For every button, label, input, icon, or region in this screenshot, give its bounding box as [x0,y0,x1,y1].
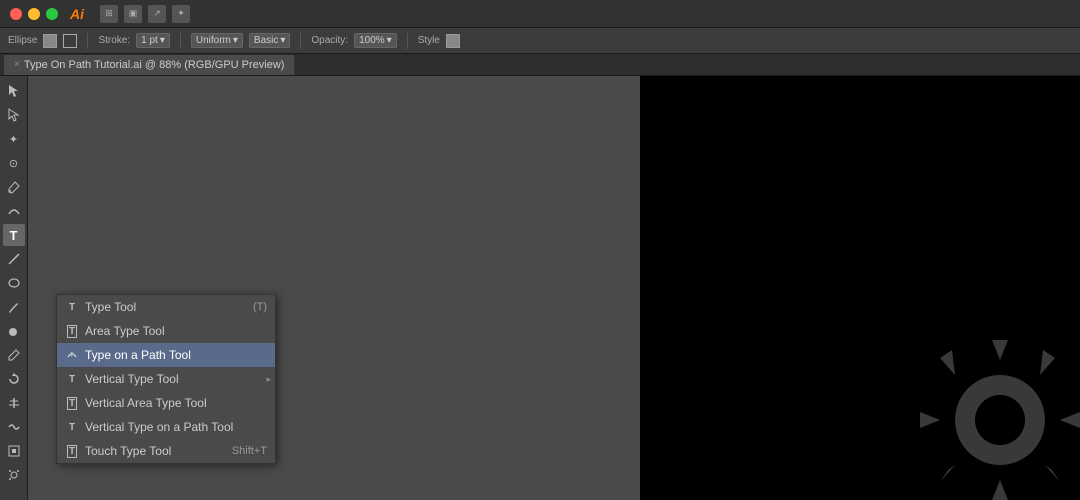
stroke-swatch[interactable] [63,34,77,48]
shape-label: Ellipse [8,35,37,46]
app-logo: Ai [70,6,84,22]
direct-select-tool[interactable] [3,104,25,126]
blob-brush-tool[interactable] [3,320,25,342]
touch-type-tool-icon: T [65,444,79,458]
type-tool[interactable]: T [3,224,25,246]
flyout-vertical-type-label: Vertical Type Tool [85,372,179,386]
document-icon[interactable]: ▣ [124,5,142,23]
flyout-item-area-type-tool[interactable]: T Area Type Tool [57,319,275,343]
ellipse-tool[interactable] [3,272,25,294]
symbol-sprayer-tool[interactable] [3,464,25,486]
curvature-tool[interactable] [3,200,25,222]
separator-1 [87,33,88,49]
flyout-touch-type-label: Touch Type Tool [85,444,171,458]
scale-tool[interactable] [3,440,25,462]
submenu-arrow: ▸ [266,374,271,385]
select-tool[interactable] [3,80,25,102]
line-tool[interactable] [3,248,25,270]
brush-preset-icon[interactable]: ✦ [172,5,190,23]
magic-wand-tool[interactable]: ✦ [3,128,25,150]
vertical-type-on-path-tool-icon: T [65,420,79,434]
flyout-type-tool-label: Type Tool [85,300,136,314]
flyout-item-vertical-type-tool[interactable]: T Vertical Type Tool ▸ [57,367,275,391]
style-label: Style [418,35,440,46]
maximize-button[interactable] [46,8,58,20]
flyout-item-type-on-path-tool[interactable]: T Type on a Path Tool [57,343,275,367]
paintbrush-tool[interactable] [3,296,25,318]
flyout-touch-type-shortcut: Shift+T [232,445,267,457]
lasso-tool[interactable]: ⊙ [3,152,25,174]
toolbar: ✦ ⊙ T [0,76,28,500]
canvas-area: T Type Tool (T) T Area Type Tool T Typ [28,76,1080,500]
flyout-item-type-tool[interactable]: T Type Tool (T) [57,295,275,319]
flyout-vertical-area-type-label: Vertical Area Type Tool [85,396,207,410]
title-bar-icons: ⊞ ▣ ↗ ✦ [100,5,190,23]
separator-3 [300,33,301,49]
close-button[interactable] [10,8,22,20]
flyout-item-touch-type-tool[interactable]: T Touch Type Tool Shift+T [57,439,275,463]
flyout-area-type-tool-label: Area Type Tool [85,324,165,338]
flyout-vertical-type-on-path-label: Vertical Type on a Path Tool [85,420,233,434]
vertical-type-tool-icon: T [65,372,79,386]
svg-text:T: T [70,353,74,359]
pencil-tool[interactable] [3,344,25,366]
gear-decoration [900,320,1080,500]
flyout-menu: T Type Tool (T) T Area Type Tool T Typ [56,294,276,464]
fill-swatch[interactable] [43,34,57,48]
canvas-right [640,76,1080,500]
export-icon[interactable]: ↗ [148,5,166,23]
warp-tool[interactable] [3,416,25,438]
rotate-tool[interactable] [3,368,25,390]
area-type-tool-icon: T [65,324,79,338]
separator-4 [407,33,408,49]
minimize-button[interactable] [28,8,40,20]
opacity-label: Opacity: [311,35,348,46]
flyout-item-vertical-area-type-tool[interactable]: T Vertical Area Type Tool [57,391,275,415]
options-bar: Ellipse Stroke: 1 pt ▾ Uniform ▾ Basic ▾… [0,28,1080,54]
stroke-weight-dropdown[interactable]: 1 pt ▾ [136,33,170,48]
uniform-dropdown[interactable]: Uniform ▾ [191,33,243,48]
flyout-type-on-path-label: Type on a Path Tool [85,348,191,362]
tab-bar: × Type On Path Tutorial.ai @ 88% (RGB/GP… [0,54,1080,76]
width-tool[interactable] [3,392,25,414]
tab-close[interactable]: × [14,59,20,70]
basic-dropdown[interactable]: Basic ▾ [249,33,290,48]
tab-label: Type On Path Tutorial.ai @ 88% (RGB/GPU … [24,59,285,71]
type-tool-icon: T [65,300,79,314]
type-on-path-tool-icon: T [65,348,79,362]
flyout-item-vertical-type-on-path-tool[interactable]: T Vertical Type on a Path Tool [57,415,275,439]
grid-icon[interactable]: ⊞ [100,5,118,23]
title-bar: Ai ⊞ ▣ ↗ ✦ [0,0,1080,28]
window-controls[interactable] [10,8,58,20]
main-area: ✦ ⊙ T [0,76,1080,500]
pen-tool[interactable] [3,176,25,198]
document-tab[interactable]: × Type On Path Tutorial.ai @ 88% (RGB/GP… [4,55,295,75]
stroke-label: Stroke: [98,35,130,46]
flyout-type-tool-shortcut: (T) [253,301,267,313]
opacity-dropdown[interactable]: 100% ▾ [354,33,397,48]
vertical-area-type-tool-icon: T [65,396,79,410]
separator-2 [180,33,181,49]
style-swatch[interactable] [446,34,460,48]
